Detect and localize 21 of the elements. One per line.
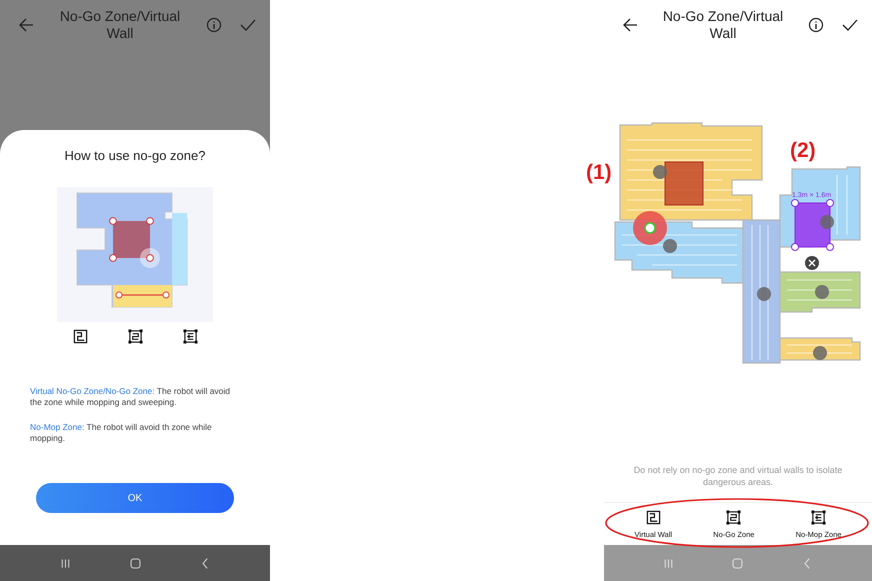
check-icon[interactable] <box>240 17 256 33</box>
screen-title: No-Go Zone/Virtual Wall <box>58 8 182 42</box>
annotation-label: (2) <box>790 139 816 163</box>
info-icon[interactable] <box>808 17 824 33</box>
description-text: Virtual No-Go Zone/No-Go Zone: The robot will avoid the zone while mopping and sweeping. <box>30 386 232 408</box>
home-icon[interactable] <box>128 556 142 570</box>
description-text: No-Mop Zone: The robot will avoid th zone while mopping. <box>30 422 213 444</box>
no-mop-zone-icon <box>182 329 198 344</box>
no-go-zone-icon <box>128 329 142 344</box>
ok-button[interactable]: OK <box>36 483 234 513</box>
recent-apps-icon[interactable] <box>58 556 72 570</box>
no-go-zone-icon <box>726 510 742 524</box>
virtual-wall-icon <box>72 329 88 344</box>
screen-title: No-Go Zone/Virtual Wall <box>662 8 784 42</box>
warning-text: Do not rely on no-go zone and virtual walls to isolate dangerous areas. <box>632 464 844 488</box>
dialog-title: How to use no-go zone? <box>64 148 206 163</box>
check-icon[interactable] <box>842 17 858 33</box>
virtual-wall-icon <box>646 510 661 524</box>
back-arrow-icon[interactable] <box>622 17 638 33</box>
annotation-label: (1) <box>586 161 612 185</box>
no-mop-zone-icon <box>810 510 826 524</box>
